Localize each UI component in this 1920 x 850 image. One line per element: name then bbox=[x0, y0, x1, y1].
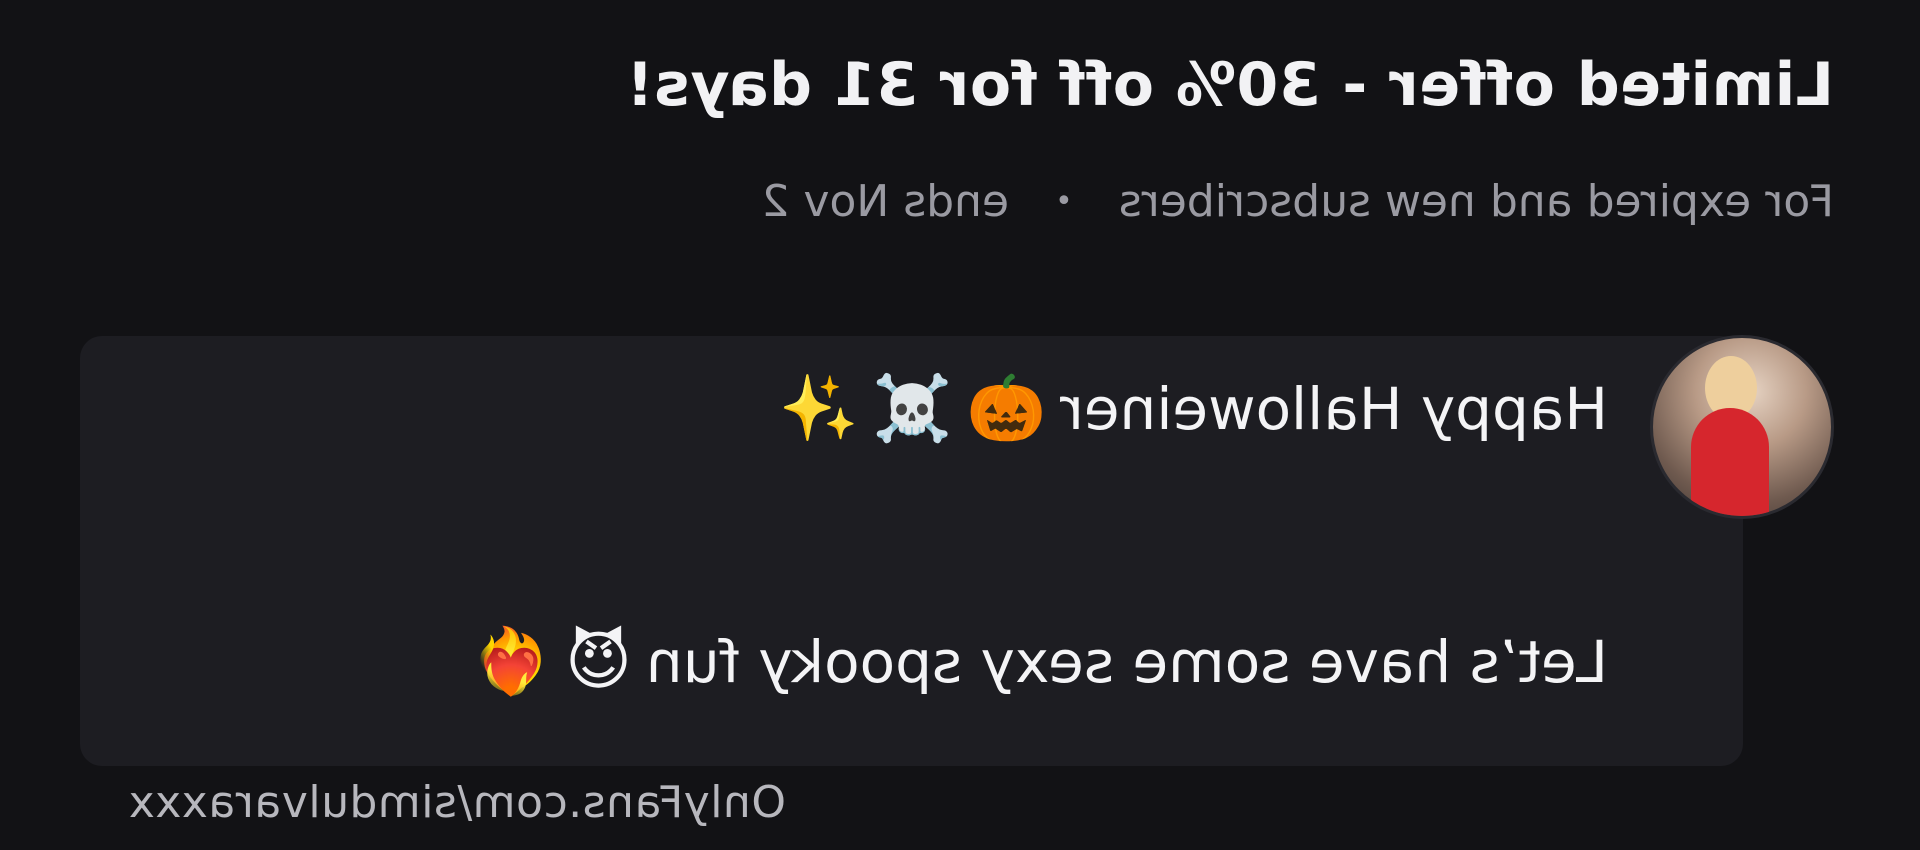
message-line-2-text: Let’s have some sexy spooky fun bbox=[645, 628, 1608, 696]
avatar-figure bbox=[1691, 408, 1769, 519]
screen: Limited offer - 30% off for 31 days! For… bbox=[0, 0, 1920, 850]
offer-subtitle: For expired and new subscribers • ends N… bbox=[761, 176, 1834, 227]
smiling-devil-icon: 😈 bbox=[565, 625, 632, 699]
offer-title: Limited offer - 30% off for 31 days! bbox=[625, 50, 1834, 120]
avatar[interactable] bbox=[1650, 335, 1834, 519]
skull-icon: ☠️ bbox=[872, 372, 953, 446]
pumpkin-icon: 🎃 bbox=[966, 372, 1047, 446]
mirrored-content: Limited offer - 30% off for 31 days! For… bbox=[0, 0, 1920, 850]
watermark: OnlyFans.com/simdulvaraxxx bbox=[128, 777, 786, 828]
message-line-2: Let’s have some sexy spooky fun 😈 ❤️‍🔥 bbox=[471, 625, 1608, 699]
offer-audience: For expired and new subscribers bbox=[1118, 176, 1834, 227]
heart-on-fire-icon: ❤️‍🔥 bbox=[471, 625, 552, 699]
message-line-1: Happy Halloweiner 🎃 ☠️ ✨ bbox=[778, 372, 1608, 446]
offer-separator: • bbox=[1055, 184, 1073, 219]
sparkles-icon: ✨ bbox=[778, 372, 859, 446]
message-line-1-text: Happy Halloweiner bbox=[1060, 375, 1608, 443]
offer-end-date: ends Nov 2 bbox=[761, 176, 1010, 227]
